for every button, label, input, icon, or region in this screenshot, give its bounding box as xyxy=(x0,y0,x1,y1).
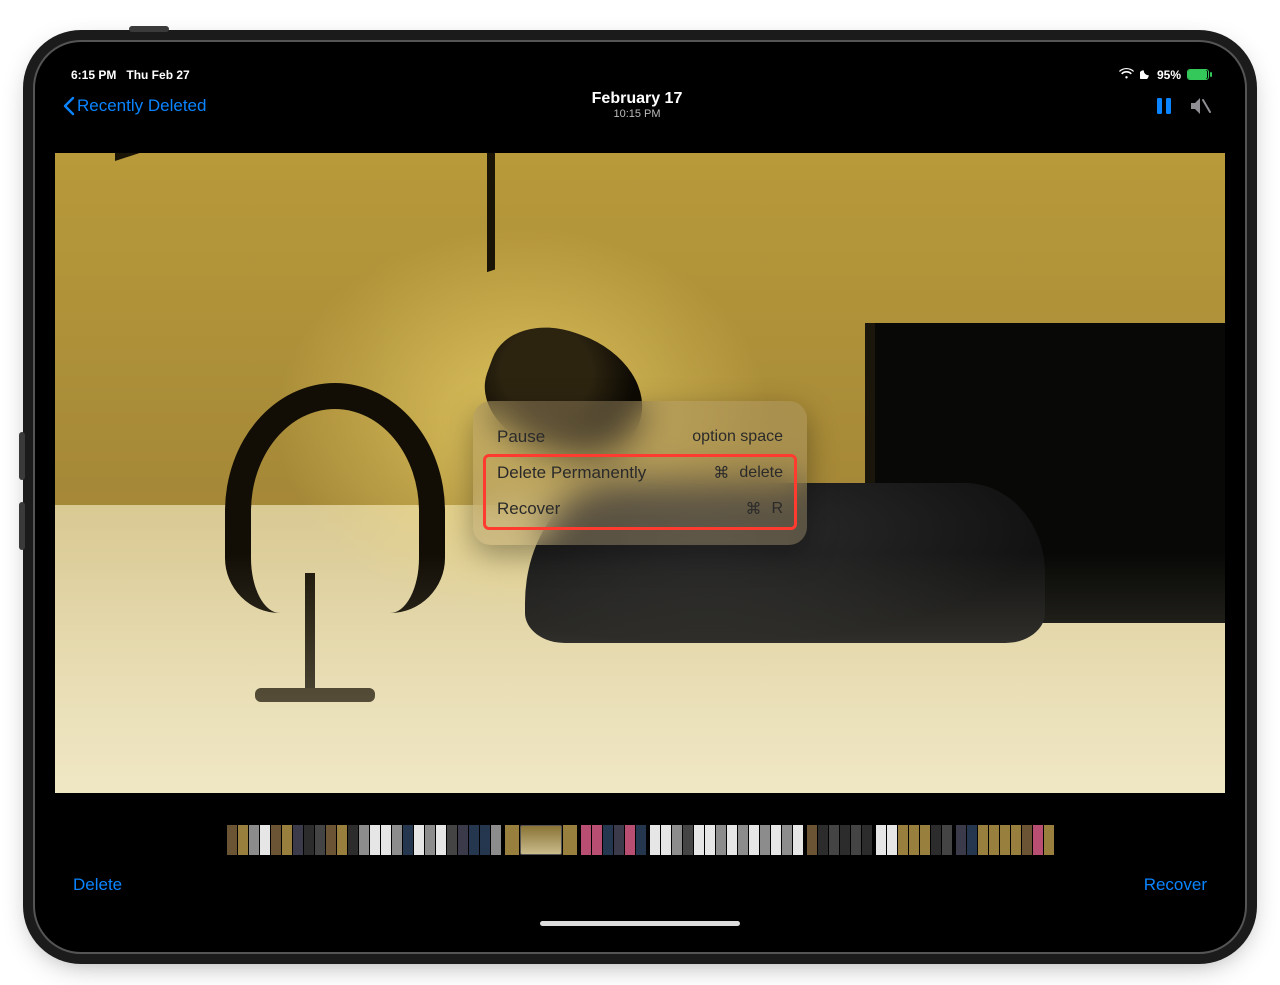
ipad-frame: 6:15 PM Thu Feb 27 95% Recently Deleted xyxy=(35,42,1245,952)
nav-bar: Recently Deleted February 17 10:15 PM xyxy=(55,84,1225,128)
cmd-icon: ⌘ xyxy=(713,463,729,483)
keyboard-shortcut-hud: Pause option space Delete Permanently ⌘ … xyxy=(473,401,807,545)
photo-viewer[interactable]: Pause option space Delete Permanently ⌘ … xyxy=(55,128,1225,818)
current-thumb[interactable] xyxy=(505,825,577,855)
shortcut-label: Pause xyxy=(497,427,545,447)
shortcut-row-delete-permanently: Delete Permanently ⌘ delete xyxy=(473,455,807,491)
shortcut-label: Recover xyxy=(497,499,560,519)
recover-button[interactable]: Recover xyxy=(1144,875,1207,895)
thumb-group[interactable] xyxy=(581,825,646,855)
shortcut-keys: ⌘ delete xyxy=(713,463,783,483)
volume-up-edge xyxy=(19,432,25,480)
pause-button[interactable] xyxy=(1155,96,1173,116)
battery-icon xyxy=(1187,69,1209,80)
thumb-group[interactable] xyxy=(650,825,803,855)
thumb-group[interactable] xyxy=(876,825,952,855)
shortcut-keys: option space xyxy=(692,428,783,446)
status-bar: 6:15 PM Thu Feb 27 95% xyxy=(55,62,1225,84)
cmd-icon: ⌘ xyxy=(745,499,761,519)
back-button[interactable]: Recently Deleted xyxy=(63,96,206,116)
mute-icon[interactable] xyxy=(1189,96,1211,116)
home-indicator[interactable] xyxy=(540,921,740,926)
shortcut-row-pause: Pause option space xyxy=(473,419,807,455)
delete-button[interactable]: Delete xyxy=(73,875,122,895)
lock-button-edge xyxy=(129,26,169,32)
nav-title-block: February 17 10:15 PM xyxy=(592,90,683,121)
back-label: Recently Deleted xyxy=(77,96,206,116)
thumb-group[interactable] xyxy=(807,825,872,855)
wifi-icon xyxy=(1119,68,1134,82)
photo-time-subtitle: 10:15 PM xyxy=(592,108,683,121)
screen: 6:15 PM Thu Feb 27 95% Recently Deleted xyxy=(55,62,1225,932)
volume-down-edge xyxy=(19,502,25,550)
status-date: Thu Feb 27 xyxy=(126,68,189,82)
bottom-toolbar: Delete Recover xyxy=(55,862,1225,900)
thumb-group[interactable] xyxy=(956,825,1054,855)
shortcut-row-recover: Recover ⌘ R xyxy=(473,491,807,527)
shortcut-label: Delete Permanently xyxy=(497,463,646,483)
thumbnail-strip[interactable] xyxy=(55,818,1225,862)
battery-percent: 95% xyxy=(1157,68,1181,82)
current-photo-thumb[interactable] xyxy=(520,825,562,855)
status-time: 6:15 PM xyxy=(71,68,116,82)
dnd-moon-icon xyxy=(1140,68,1151,82)
thumb-group[interactable] xyxy=(227,825,501,855)
shortcut-keys: ⌘ R xyxy=(745,499,783,519)
photo-date-title: February 17 xyxy=(592,90,683,108)
